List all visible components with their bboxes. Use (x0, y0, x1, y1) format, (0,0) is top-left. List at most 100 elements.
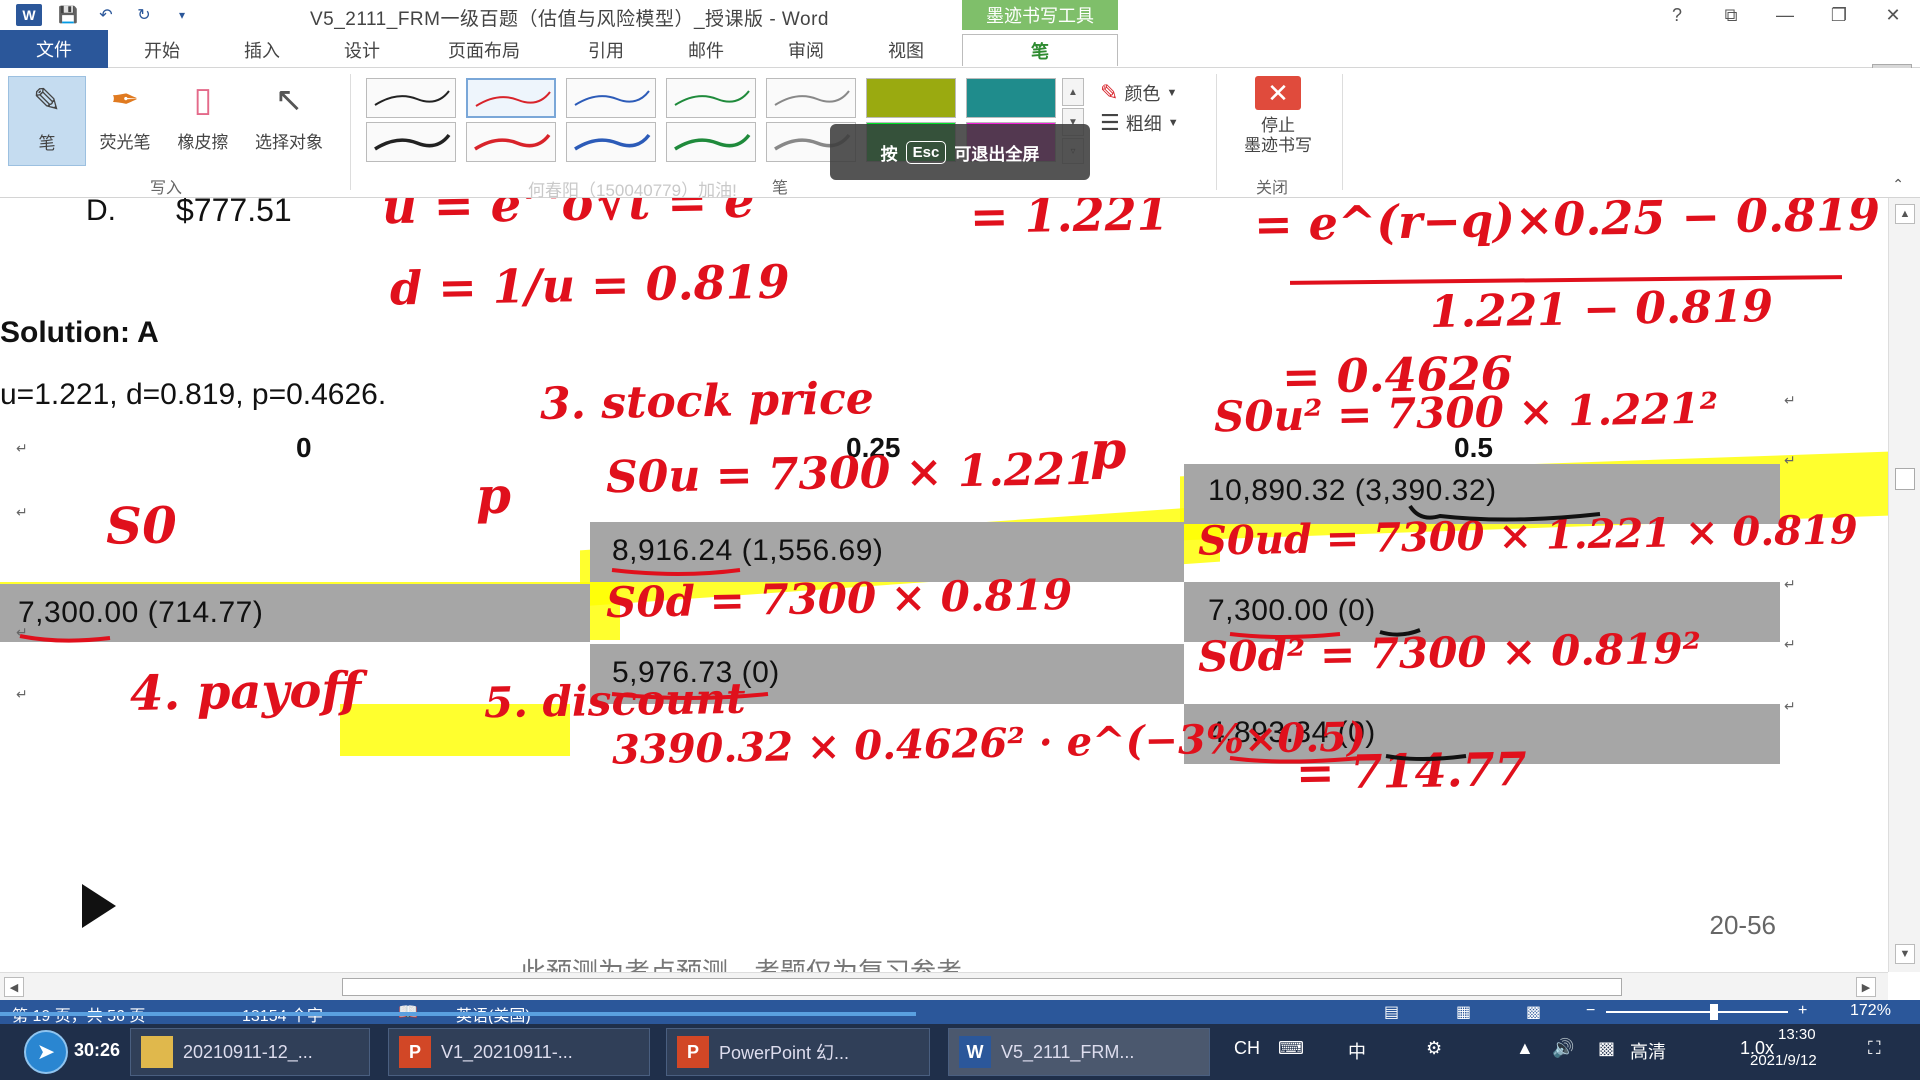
gallery-scroll-up[interactable]: ▲ (1062, 78, 1084, 106)
pen-style-black-thin[interactable] (366, 78, 456, 118)
taskbar-item-powerpoint-file[interactable]: P V1_20210911-... (388, 1028, 650, 1076)
tab-design[interactable]: 设计 (322, 34, 402, 66)
keyboard-icon[interactable]: ⌨ (1278, 1038, 1304, 1059)
pen-thickness-label: 粗细 (1125, 114, 1162, 134)
highlighter-style-olive[interactable] (866, 78, 956, 118)
redo-icon[interactable]: ↻ (132, 4, 156, 26)
web-layout-icon[interactable]: ▩ (1526, 1002, 1541, 1022)
collapse-ribbon-icon[interactable]: ⌃ (1892, 176, 1904, 193)
pen-button-label: 笔 (38, 134, 56, 153)
pen-style-red-thin[interactable] (466, 78, 556, 118)
ribbon-display-button[interactable]: ⧉ (1704, 0, 1758, 30)
pen-style-blue-thick[interactable] (566, 122, 656, 162)
tray-app-icon[interactable]: ⚙ (1426, 1038, 1442, 1059)
volume-icon[interactable]: 🔊 (1552, 1038, 1574, 1059)
tab-view[interactable]: 视图 (866, 34, 946, 66)
zoom-slider-thumb[interactable] (1710, 1004, 1718, 1020)
show-hidden-icons[interactable]: ▲ (1516, 1038, 1534, 1059)
pen-thickness-dropdown[interactable]: ☰ 粗细 ▼ (1100, 110, 1179, 136)
pointer-icon: ↖ (274, 81, 304, 119)
pen-style-blue-thin[interactable] (566, 78, 656, 118)
video-progress-bar[interactable] (0, 1012, 916, 1016)
highlighter-button[interactable]: ✒ 荧光笔 (86, 76, 164, 166)
scroll-down-icon[interactable]: ▼ (1895, 944, 1915, 964)
vertical-scroll-thumb[interactable] (1895, 468, 1915, 490)
scroll-left-icon[interactable]: ◀ (4, 977, 24, 997)
ime-indicator[interactable]: CH (1234, 1038, 1260, 1059)
clock-time: 13:30 (1778, 1026, 1816, 1043)
print-layout-icon[interactable]: ▦ (1456, 1002, 1471, 1022)
taskbar-item-word[interactable]: W V5_2111_FRM... (948, 1028, 1210, 1076)
tab-review[interactable]: 审阅 (766, 34, 846, 66)
pen-color-dropdown[interactable]: ✎ 颜色 ▼ (1100, 80, 1177, 106)
close-button[interactable]: ✕ (1866, 0, 1920, 30)
powerpoint-icon: P (399, 1036, 431, 1068)
folder-icon (141, 1036, 173, 1068)
stop-inking-button[interactable]: ✕ 停止 墨迹书写 (1228, 76, 1328, 156)
taskbar-item-folder[interactable]: 20210911-12_... (130, 1028, 370, 1076)
pen-color-icon: ✎ (1100, 80, 1119, 105)
horizontal-scroll-thumb[interactable] (342, 978, 1622, 996)
taskbar-item-label: PowerPoint 幻... (719, 1043, 850, 1063)
pen-style-red-thick[interactable] (466, 122, 556, 162)
stop-inking-label-2: 墨迹书写 (1244, 136, 1312, 155)
vertical-scrollbar[interactable]: ▲ ▼ (1888, 198, 1920, 972)
tab-mailings[interactable]: 邮件 (666, 34, 746, 66)
tab-pen[interactable]: 笔 (962, 34, 1118, 66)
title-bar: W 💾 ↶ ↻ ▾ V5_2111_FRM一级百题（估值与风险模型）_授课版 -… (0, 0, 1920, 30)
help-button[interactable]: ? (1650, 0, 1704, 30)
chevron-down-icon: ▼ (1166, 87, 1178, 99)
group-divider (1342, 74, 1343, 190)
select-objects-label: 选择对象 (255, 133, 323, 152)
thickness-icon: ☰ (1100, 110, 1120, 135)
write-group-label: 写入 (150, 180, 183, 197)
tab-insert[interactable]: 插入 (222, 34, 302, 66)
minimize-button[interactable]: — (1758, 0, 1812, 30)
tab-file[interactable]: 文件 (0, 30, 108, 68)
scroll-right-icon[interactable]: ▶ (1856, 977, 1876, 997)
hd-quality-button[interactable]: 高清 (1630, 1038, 1666, 1064)
pen-button[interactable]: ✎ 笔 (8, 76, 86, 166)
esc-hint-press: 按 (880, 144, 898, 164)
restore-button[interactable]: ❐ (1812, 0, 1866, 30)
pen-style-green-thin[interactable] (666, 78, 756, 118)
zoom-out-button[interactable]: − (1586, 1002, 1595, 1020)
esc-key-badge: Esc (905, 140, 947, 164)
pen-style-black-thick[interactable] (366, 122, 456, 162)
scroll-up-icon[interactable]: ▲ (1895, 204, 1915, 224)
eraser-icon: ▯ (193, 81, 213, 119)
customize-toolbar-icon[interactable]: ▾ (170, 4, 194, 26)
playback-time: 30:26 (74, 1040, 121, 1060)
tab-page-layout[interactable]: 页面布局 (426, 34, 542, 66)
document-canvas[interactable]: D. $777.51 Solution: A u=1.221, d=0.819,… (0, 198, 1888, 972)
ink-tools-contextual-label: 墨迹书写工具 (962, 0, 1118, 30)
eraser-button[interactable]: ▯ 橡皮擦 (164, 76, 242, 166)
pen-style-green-thick[interactable] (666, 122, 756, 162)
pen-color-label: 颜色 (1124, 84, 1161, 104)
fullscreen-icon[interactable]: ⛶ (1868, 1038, 1881, 1059)
zoom-in-button[interactable]: + (1798, 1002, 1807, 1020)
pen-icon: ✎ (32, 82, 62, 120)
horizontal-scrollbar[interactable]: ◀ ▶ (0, 972, 1888, 1000)
select-objects-button[interactable]: ↖ 选择对象 (244, 76, 334, 166)
undo-icon[interactable]: ↶ (94, 4, 118, 26)
input-language[interactable]: 中 (1348, 1038, 1366, 1064)
word-window: W 💾 ↶ ↻ ▾ V5_2111_FRM一级百题（估值与风险模型）_授课版 -… (0, 0, 1920, 1080)
quick-access-toolbar: W 💾 ↶ ↻ ▾ (0, 4, 194, 26)
zoom-level[interactable]: 172% (1850, 1002, 1891, 1020)
pen-style-gray-thin[interactable] (766, 78, 856, 118)
taskbar-item-powerpoint-slideshow[interactable]: P PowerPoint 幻... (666, 1028, 930, 1076)
document-title: V5_2111_FRM一级百题（估值与风险模型）_授课版 - Word (310, 9, 829, 30)
highlighter-style-teal[interactable] (966, 78, 1056, 118)
highlighter-button-label: 荧光笔 (99, 133, 151, 152)
network-icon[interactable]: ▩ (1598, 1038, 1615, 1059)
tab-home[interactable]: 开始 (122, 34, 202, 66)
read-mode-icon[interactable]: ▤ (1384, 1002, 1399, 1022)
zoom-slider[interactable] (1606, 1011, 1788, 1013)
save-icon[interactable]: 💾 (56, 4, 80, 26)
powerpoint-icon: P (677, 1036, 709, 1068)
tab-references[interactable]: 引用 (566, 34, 646, 66)
taskbar-item-label: V1_20210911-... (441, 1041, 573, 1062)
clock-date: 2021/9/12 (1750, 1052, 1817, 1069)
start-button[interactable]: ➤ (24, 1030, 68, 1074)
